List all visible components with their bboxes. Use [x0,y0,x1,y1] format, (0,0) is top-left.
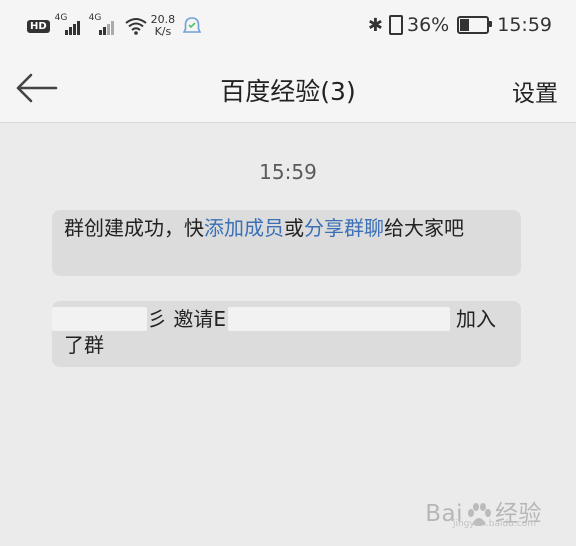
msg2-text-1: 彡 邀请E [147,307,226,331]
battery-icon [457,16,493,34]
status-right: ✱ 36% 15:59 [368,14,552,36]
network-speed: 20.8 K/s [151,14,176,38]
message-timestamp: 15:59 [259,160,317,184]
msg1-text-2: 或 [284,216,304,240]
add-members-link[interactable]: 添加成员 [204,216,284,240]
bluetooth-icon: ✱ [367,14,383,36]
system-message-invite: 彡 邀请E 加入了群 [52,301,521,367]
title-bar: 百度经验(3) 设置 [0,56,576,123]
status-left: HD 4G 4G 20.8 K/s [27,13,202,38]
vibrate-icon [389,15,403,35]
hd-badge: HD [27,19,50,33]
msg1-text-1: 群创建成功，快 [64,216,204,240]
settings-button[interactable]: 设置 [512,74,558,108]
baidu-jingyan-watermark: Bai 经验 jingyan.baidu.com [425,494,542,529]
status-bar: HD 4G 4G 20.8 K/s ✱ 36% 15:59 [0,0,576,56]
page-title: 百度经验(3) [220,77,356,106]
msg1-text-3: 给大家吧 [384,216,464,240]
system-message-group-created: 群创建成功，快添加成员或分享群聊给大家吧 [52,210,521,276]
status-clock: 15:59 [497,14,552,36]
redacted-name-1 [52,307,147,331]
battery-percent: 36% [407,14,450,36]
share-group-link[interactable]: 分享群聊 [304,216,384,240]
sim2-signal-icon: 4G [89,13,119,37]
wifi-icon [125,18,147,35]
watermark-subtext: jingyan.baidu.com [452,519,536,529]
sim1-signal-icon: 4G [55,13,85,37]
network-speed-unit: K/s [154,25,172,38]
redacted-name-2 [228,307,450,331]
notification-chat-icon [183,17,202,33]
